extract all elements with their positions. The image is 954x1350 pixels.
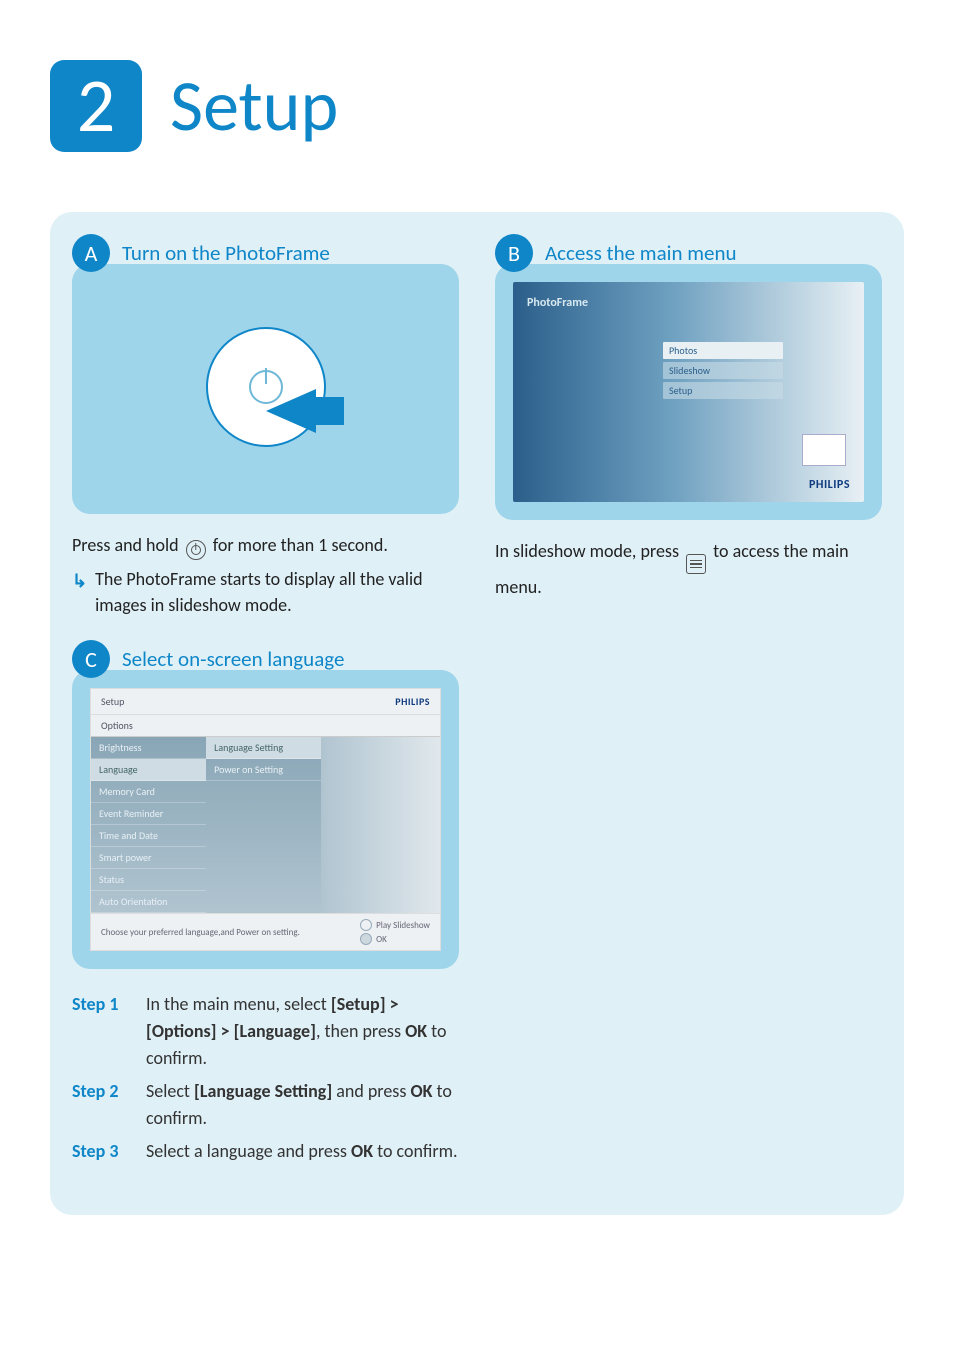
section-a-illustration (72, 264, 459, 514)
step: Step 2Select [Language Setting] and pres… (72, 1078, 459, 1132)
setup-header-label: Setup (101, 695, 124, 708)
result-arrow-icon: ↳ (72, 566, 87, 618)
setup-options-label: Options (91, 715, 440, 737)
setup-option: Auto Orientation (91, 891, 206, 913)
step: Step 1In the main menu, select [Setup] >… (72, 991, 459, 1072)
setup-option: Memory Card (91, 781, 206, 803)
setup-option: Language (91, 759, 206, 781)
section-c-badge: C (72, 640, 110, 678)
setup-option: Smart power (91, 847, 206, 869)
menu-item: Slideshow (663, 362, 783, 379)
setup-suboption: Power on Setting (206, 759, 321, 781)
menu-inline-icon (686, 554, 706, 574)
section-a-badge: A (72, 234, 110, 272)
main-menu-screenshot: PhotoFrame Photos Slideshow Setup PHILIPS (513, 282, 864, 502)
menu-item: Setup (663, 382, 783, 399)
setup-option: Status (91, 869, 206, 891)
section-b-badge: B (495, 234, 533, 272)
power-inline-icon (186, 540, 206, 560)
philips-logo: PHILIPS (809, 478, 850, 492)
menu-item: Photos (663, 342, 783, 359)
thumbnail-preview (802, 434, 846, 466)
section-b-instruction: In slideshow mode, press to access the m… (495, 538, 882, 600)
photoframe-label: PhotoFrame (527, 296, 850, 310)
page-title: Setup (170, 62, 338, 150)
section-b: B Access the main menu PhotoFrame Photos… (495, 234, 882, 600)
setup-option: Time and Date (91, 825, 206, 847)
step-body: Select a language and press OK to confir… (144, 1138, 459, 1165)
philips-logo: PHILIPS (395, 695, 430, 708)
section-c: C Select on-screen language Setup PHILIP… (72, 640, 459, 1171)
setup-footer-hint: Choose your preferred language,and Power… (101, 927, 300, 938)
content-panel: A Turn on the PhotoFrame (50, 212, 904, 1215)
page-header: 2 Setup (50, 60, 904, 152)
setup-suboption: Language Setting (206, 737, 321, 759)
setup-option: Event Reminder (91, 803, 206, 825)
step-body: In the main menu, select [Setup] > [Opti… (144, 991, 459, 1072)
step-label: Step 2 (72, 1078, 136, 1132)
setup-screenshot: Setup PHILIPS Options BrightnessLanguage… (90, 688, 441, 951)
setup-option: Brightness (91, 737, 206, 759)
step: Step 3 Select a language and press OK to … (72, 1138, 459, 1165)
step-body: Select [Language Setting] and press OK t… (144, 1078, 459, 1132)
section-a-title: Turn on the PhotoFrame (122, 240, 330, 266)
section-b-illustration: PhotoFrame Photos Slideshow Setup PHILIPS (495, 264, 882, 520)
section-number-badge: 2 (50, 60, 142, 152)
section-b-title: Access the main menu (545, 240, 737, 266)
section-c-title: Select on-screen language (122, 646, 344, 672)
step-label: Step 1 (72, 991, 136, 1072)
section-c-steps: Step 1In the main menu, select [Setup] >… (72, 991, 459, 1165)
section-c-illustration: Setup PHILIPS Options BrightnessLanguage… (72, 670, 459, 969)
section-a-instruction: Press and hold for more than 1 second. ↳… (72, 532, 459, 618)
section-a: A Turn on the PhotoFrame (72, 234, 459, 618)
step-label: Step 3 (72, 1138, 136, 1165)
power-button-illustration (206, 327, 326, 447)
